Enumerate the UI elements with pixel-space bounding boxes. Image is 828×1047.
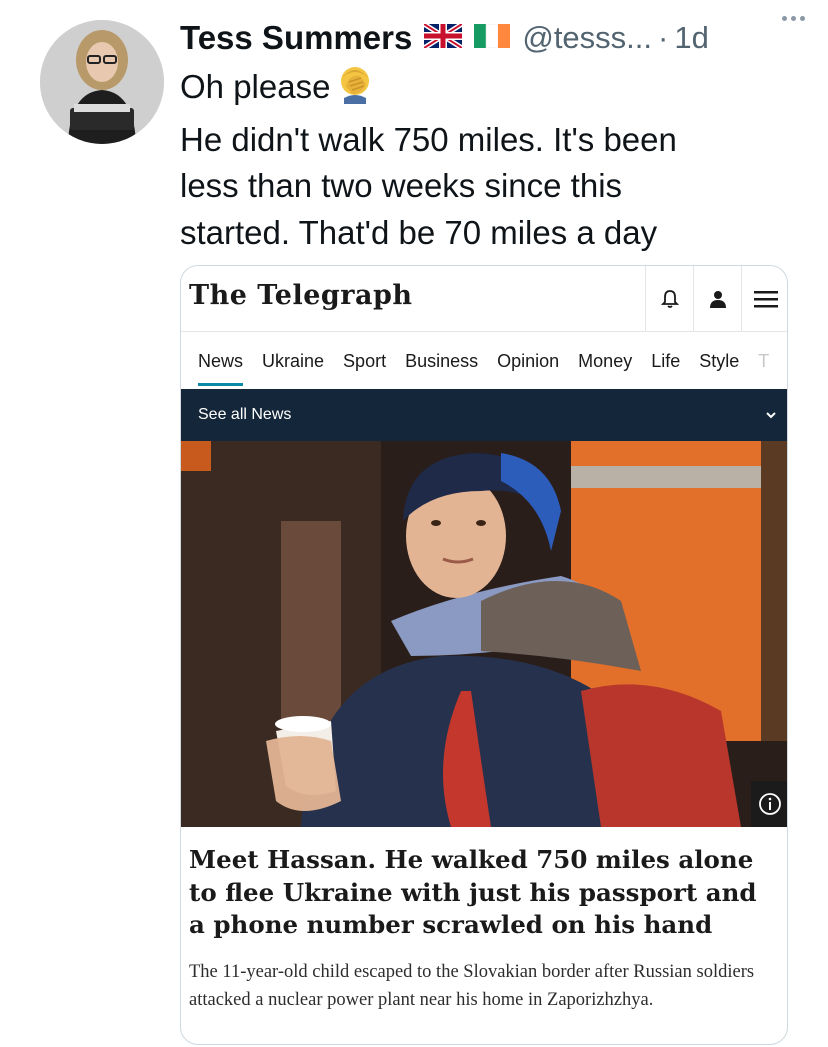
nav-item-style[interactable]: Style — [699, 351, 739, 372]
nav-item-truncated[interactable]: T — [758, 351, 769, 372]
avatar[interactable] — [40, 20, 164, 144]
more-options-icon[interactable] — [782, 8, 812, 28]
separator-dot: · — [658, 20, 669, 55]
tweet-header: Tess Summers @tesss... · 1d — [180, 16, 800, 60]
boy-photo-image — [181, 441, 787, 827]
user-icon[interactable] — [693, 266, 741, 332]
ireland-flag-icon — [474, 23, 511, 53]
timestamp[interactable]: 1d — [674, 20, 708, 56]
nav-item-opinion[interactable]: Opinion — [497, 351, 559, 372]
tweet-text-line: Oh please — [180, 68, 331, 105]
nav-item-life[interactable]: Life — [651, 351, 680, 372]
article-photo[interactable] — [181, 441, 787, 827]
nav-item-business[interactable]: Business — [405, 351, 478, 372]
article-headline[interactable]: Meet Hassan. He walked 750 miles alone t… — [189, 844, 779, 942]
bell-icon[interactable] — [645, 266, 693, 332]
nav-item-news[interactable]: News — [198, 351, 244, 386]
nav-item-sport[interactable]: Sport — [343, 351, 386, 372]
nav-item-money[interactable]: Money — [578, 351, 632, 372]
face-palm-emoji-icon — [336, 64, 376, 117]
article-standfirst: The 11-year-old child escaped to the Slo… — [189, 962, 755, 1010]
telegraph-logo[interactable]: The Telegraph — [189, 280, 413, 311]
display-name[interactable]: Tess Summers — [180, 19, 412, 57]
telegraph-header: The Telegraph — [181, 266, 787, 332]
tweet-text: Oh please He didn't walk 750 miles. It's… — [180, 64, 800, 256]
tweet-text-line: Oh please — [180, 64, 800, 117]
tweet-text-line: He didn't walk 750 miles. It's been — [180, 120, 677, 158]
author-handle[interactable]: @tesss... — [522, 20, 652, 56]
see-all-news-bar[interactable]: See all News — [181, 389, 787, 441]
info-icon[interactable] — [751, 781, 787, 827]
chevron-down-icon — [765, 407, 777, 425]
tweet-text-line: started. That'd be 70 miles a day — [180, 213, 658, 251]
tweet-text-line: less than two weeks since this — [180, 167, 623, 204]
telegraph-header-icons — [645, 266, 787, 332]
avatar-image — [40, 20, 164, 144]
see-all-news-label: See all News — [198, 406, 292, 423]
telegraph-nav: News Ukraine Sport Business Opinion Mone… — [181, 333, 787, 389]
uk-flag-icon — [423, 21, 464, 53]
link-preview-card[interactable]: The Telegraph News Ukraine Sport Busines… — [180, 265, 788, 1045]
hamburger-menu-icon[interactable] — [741, 266, 787, 332]
nav-item-ukraine[interactable]: Ukraine — [262, 351, 324, 372]
